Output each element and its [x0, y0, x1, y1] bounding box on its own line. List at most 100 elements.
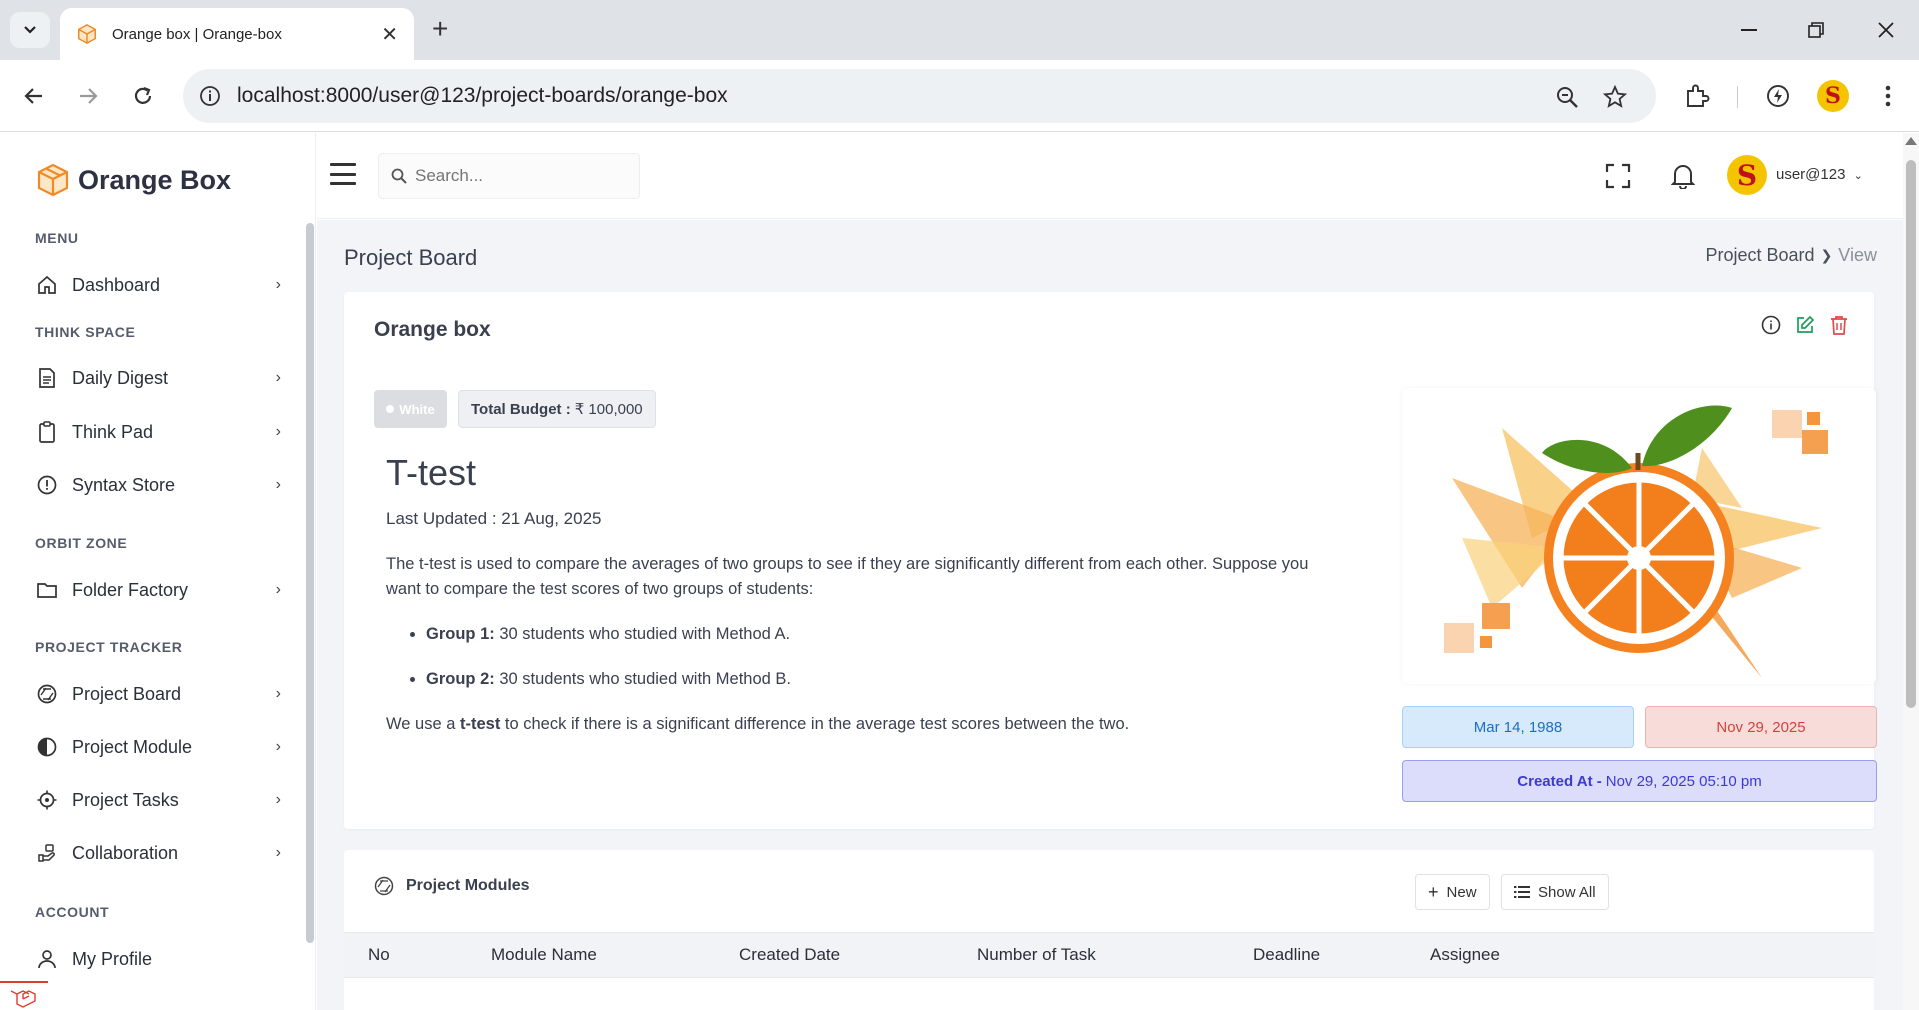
- sidebar-scrollbar[interactable]: [306, 223, 314, 943]
- item-title: T-test: [386, 452, 477, 493]
- page-title: Project Board: [344, 245, 478, 270]
- minimize-icon: [1741, 29, 1757, 31]
- clipboard-icon: [36, 421, 58, 443]
- address-bar[interactable]: localhost:8000/user@123/project-boards/o…: [183, 69, 1656, 123]
- column-header[interactable]: Assignee: [1430, 945, 1500, 965]
- alert-circle-icon: [36, 474, 58, 496]
- group2-text: 30 students who studied with Method B.: [494, 670, 792, 688]
- search-input[interactable]: [415, 166, 615, 186]
- site-info-icon[interactable]: [197, 83, 223, 109]
- page-scrollbar-thumb[interactable]: [1906, 160, 1916, 708]
- sidebar-item-project-module[interactable]: Project Module ›: [36, 727, 281, 767]
- list-item: Group 2: 30 students who studied with Me…: [426, 667, 1346, 692]
- back-button[interactable]: [16, 78, 52, 114]
- new-module-button[interactable]: + New: [1415, 874, 1490, 910]
- column-header[interactable]: No: [368, 945, 390, 965]
- home-icon: [36, 274, 58, 296]
- sidebar-item-label: Folder Factory: [72, 579, 189, 600]
- new-button-label: New: [1446, 883, 1477, 901]
- delete-icon[interactable]: [1828, 314, 1850, 336]
- user-menu[interactable]: user@123 ⌄: [1776, 166, 1863, 183]
- sidebar-item-label: Think Pad: [72, 421, 154, 442]
- fullscreen-icon[interactable]: [1603, 161, 1633, 191]
- sidebar-item-label: Syntax Store: [72, 474, 176, 495]
- section-menu: MENU: [35, 230, 79, 246]
- modules-card: Project Modules + New Show All No Module…: [344, 850, 1874, 1010]
- description-paragraph: We use a t-test to check if there is a s…: [386, 712, 1346, 737]
- section-account: ACCOUNT: [35, 904, 110, 920]
- chevron-right-icon: ›: [275, 685, 281, 702]
- brand-logo[interactable]: Orange Box: [36, 163, 231, 197]
- close-icon: [1878, 22, 1894, 38]
- sidebar-item-label: Collaboration: [72, 842, 179, 863]
- reload-button[interactable]: [125, 78, 161, 114]
- main-content: Project Board Project Board ❯ View Orang…: [317, 220, 1903, 1010]
- app-header: S user@123 ⌄: [317, 133, 1903, 219]
- profile-avatar[interactable]: S: [1817, 80, 1849, 112]
- list-item: Group 1: 30 students who studied with Me…: [426, 622, 1346, 647]
- zoom-icon[interactable]: [1553, 83, 1581, 111]
- modules-header: Project Modules: [374, 876, 530, 896]
- chevron-right-icon: ›: [275, 844, 281, 861]
- performance-icon[interactable]: [1762, 80, 1794, 112]
- minimize-button[interactable]: [1729, 14, 1769, 46]
- target-icon: [36, 789, 58, 811]
- menu-toggle-icon[interactable]: [330, 163, 356, 185]
- sidebar-item-collaboration[interactable]: Collaboration ›: [36, 833, 281, 873]
- group1-text: 30 students who studied with Method A.: [494, 625, 791, 643]
- url-text: localhost:8000/user@123/project-boards/o…: [237, 84, 728, 107]
- user-avatar[interactable]: S: [1727, 155, 1767, 195]
- bell-icon[interactable]: [1668, 161, 1698, 191]
- sidebar-item-daily-digest[interactable]: Daily Digest ›: [36, 358, 281, 398]
- sidebar-item-think-pad[interactable]: Think Pad ›: [36, 412, 281, 452]
- browser-tab[interactable]: Orange box | Orange-box ✕: [60, 8, 414, 60]
- extensions-icon[interactable]: [1681, 80, 1713, 112]
- search-box[interactable]: [378, 153, 640, 199]
- breadcrumb-current: View: [1838, 245, 1877, 265]
- sidebar-item-dashboard[interactable]: Dashboard ›: [36, 265, 281, 305]
- kebab-menu-icon[interactable]: [1872, 80, 1904, 112]
- column-header[interactable]: Number of Task: [977, 945, 1096, 965]
- modules-table-header: No Module Name Created Date Number of Ta…: [344, 932, 1874, 978]
- orange-illustration: [1444, 405, 1828, 678]
- group1-label: Group 1:: [426, 625, 495, 643]
- box-logo-icon: [37, 163, 69, 197]
- restore-icon: [1808, 22, 1824, 38]
- sidebar-item-folder-factory[interactable]: Folder Factory ›: [36, 570, 281, 610]
- restore-button[interactable]: [1796, 14, 1836, 46]
- created-value: Nov 29, 2025 05:10 pm: [1605, 772, 1762, 790]
- column-header[interactable]: Created Date: [739, 945, 840, 965]
- close-window-button[interactable]: [1866, 14, 1906, 46]
- sidebar-item-project-board[interactable]: Project Board ›: [36, 674, 281, 714]
- tab-title: Orange box | Orange-box: [112, 25, 282, 43]
- sidebar-item-my-profile[interactable]: My Profile: [36, 939, 281, 979]
- sidebar-item-label: Project Module: [72, 736, 193, 757]
- status-badge-label: White: [399, 401, 435, 417]
- bookmark-star-icon[interactable]: [1601, 83, 1629, 111]
- desc-bold: t-test: [459, 715, 501, 733]
- breadcrumb-link[interactable]: Project Board: [1706, 245, 1815, 266]
- reload-icon: [134, 86, 152, 104]
- info-icon[interactable]: [1760, 314, 1782, 336]
- desc-text: to check if there is a significant diffe…: [500, 715, 1130, 733]
- sidebar-item-label: My Profile: [72, 948, 153, 969]
- search-icon: [391, 168, 407, 184]
- column-header[interactable]: Deadline: [1253, 945, 1320, 965]
- tab-search-dropdown[interactable]: [10, 12, 50, 48]
- aperture-icon: [374, 876, 394, 896]
- show-all-button[interactable]: Show All: [1501, 874, 1609, 910]
- forward-button[interactable]: [70, 78, 106, 114]
- budget-label: Total Budget :: [471, 400, 571, 418]
- scroll-up-arrow-icon[interactable]: [1905, 137, 1917, 145]
- close-tab-icon[interactable]: ✕: [381, 22, 398, 47]
- new-tab-button[interactable]: +: [432, 14, 448, 44]
- browser-toolbar: localhost:8000/user@123/project-boards/o…: [0, 60, 1919, 132]
- sidebar: Orange Box MENU Dashboard › THINK SPACE …: [0, 133, 316, 1010]
- edit-icon[interactable]: [1794, 314, 1816, 336]
- chevron-right-icon: ›: [275, 276, 281, 293]
- column-header[interactable]: Module Name: [491, 945, 597, 965]
- sidebar-item-label: Daily Digest: [72, 367, 169, 388]
- half-circle-icon: [36, 736, 58, 758]
- sidebar-item-syntax-store[interactable]: Syntax Store ›: [36, 465, 281, 505]
- sidebar-item-project-tasks[interactable]: Project Tasks ›: [36, 780, 281, 820]
